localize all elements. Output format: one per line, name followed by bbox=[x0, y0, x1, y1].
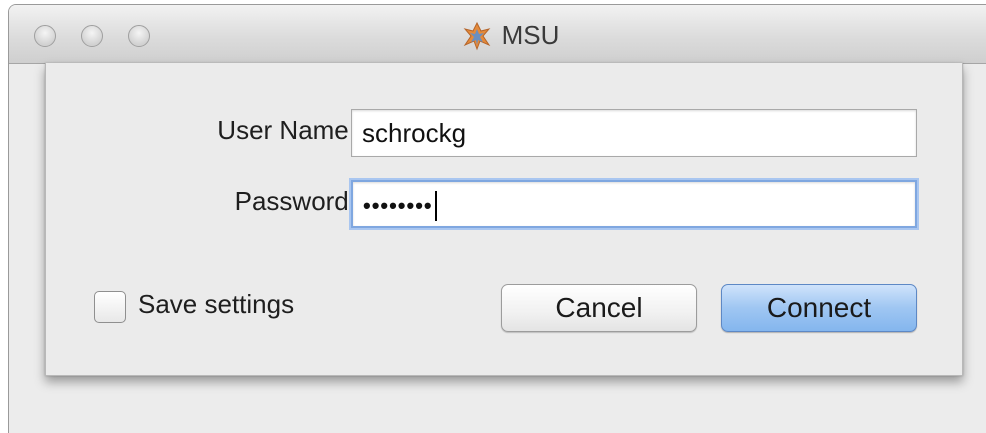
password-masked-value: •••••••• bbox=[363, 193, 433, 218]
text-cursor bbox=[434, 191, 437, 222]
save-settings-label[interactable]: Save settings bbox=[138, 289, 294, 320]
login-sheet: User Name: schrockg Password: •••••••• S… bbox=[45, 63, 963, 376]
username-field[interactable]: schrockg bbox=[351, 109, 917, 157]
msu-app-icon bbox=[461, 21, 493, 51]
window-title: MSU bbox=[501, 20, 560, 50]
save-settings-checkbox[interactable] bbox=[94, 291, 126, 323]
username-label: User Name: bbox=[217, 115, 356, 145]
window-title-area: MSU bbox=[9, 20, 986, 54]
title-bar[interactable]: MSU bbox=[9, 5, 986, 64]
password-field[interactable]: •••••••• bbox=[351, 180, 917, 228]
connect-button[interactable]: Connect bbox=[721, 284, 917, 332]
password-label: Password: bbox=[234, 186, 356, 216]
cancel-button[interactable]: Cancel bbox=[501, 284, 697, 332]
login-window: MSU User Name: schrockg Password: ••••••… bbox=[8, 4, 986, 433]
